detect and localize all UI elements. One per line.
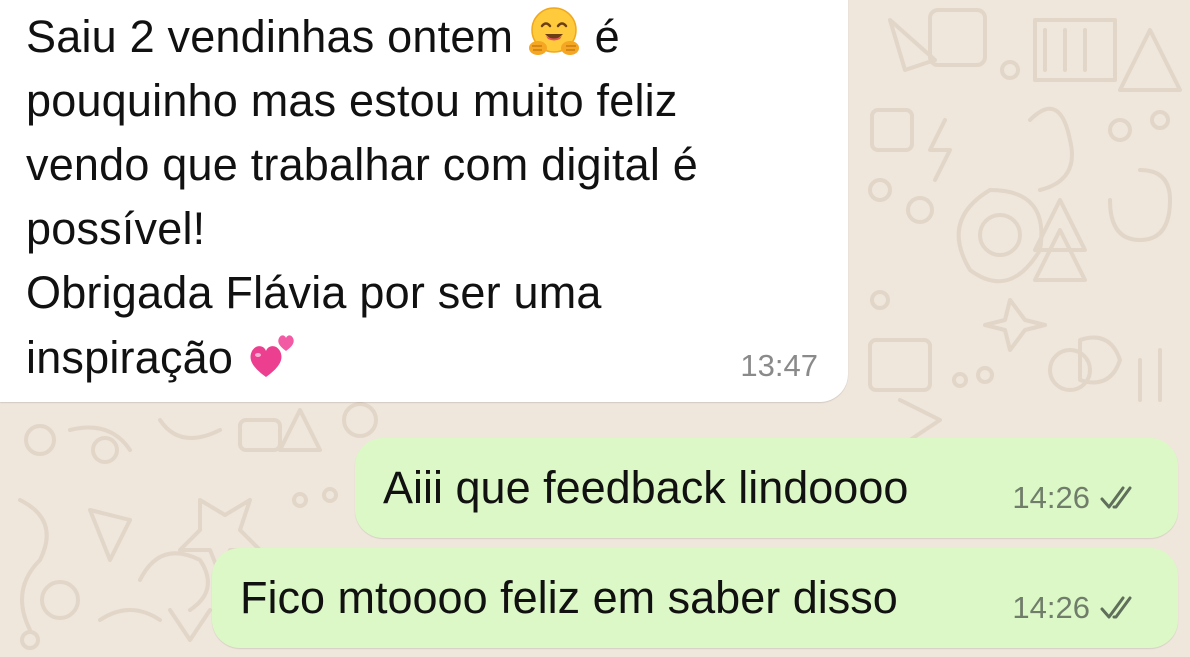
outgoing-message-bubble[interactable]: Aiii que feedback lindoooo 14:26	[355, 438, 1178, 538]
incoming-message-text: Saiu 2 vendinhas ontem é pouquinho mas e…	[26, 4, 848, 390]
double-check-read-icon	[1100, 596, 1132, 619]
incoming-message-line-1: Saiu 2 vendinhas ontem	[26, 11, 514, 62]
incoming-message-timestamp: 13:47	[740, 348, 818, 383]
two-hearts-emoji-icon	[250, 335, 294, 377]
outgoing-message-timestamp: 14:26	[1012, 590, 1090, 625]
outgoing-message-text: Fico mtoooo feliz em saber disso	[240, 572, 898, 623]
outgoing-message-timestamp: 14:26	[1012, 480, 1090, 515]
outgoing-message-bubble[interactable]: Fico mtoooo feliz em saber disso 14:26	[212, 548, 1178, 648]
incoming-message-continuation: é pouquinho mas estou muito feliz vendo …	[26, 11, 699, 383]
outgoing-message-meta: 14:26	[1012, 480, 1142, 516]
hugging-face-emoji-icon	[528, 7, 579, 55]
incoming-message-bubble[interactable]: Saiu 2 vendinhas ontem é pouquinho mas e…	[0, 0, 848, 402]
outgoing-message-meta: 14:26	[1012, 590, 1142, 626]
outgoing-message-text: Aiii que feedback lindoooo	[383, 462, 909, 513]
double-check-read-icon	[1100, 486, 1132, 509]
